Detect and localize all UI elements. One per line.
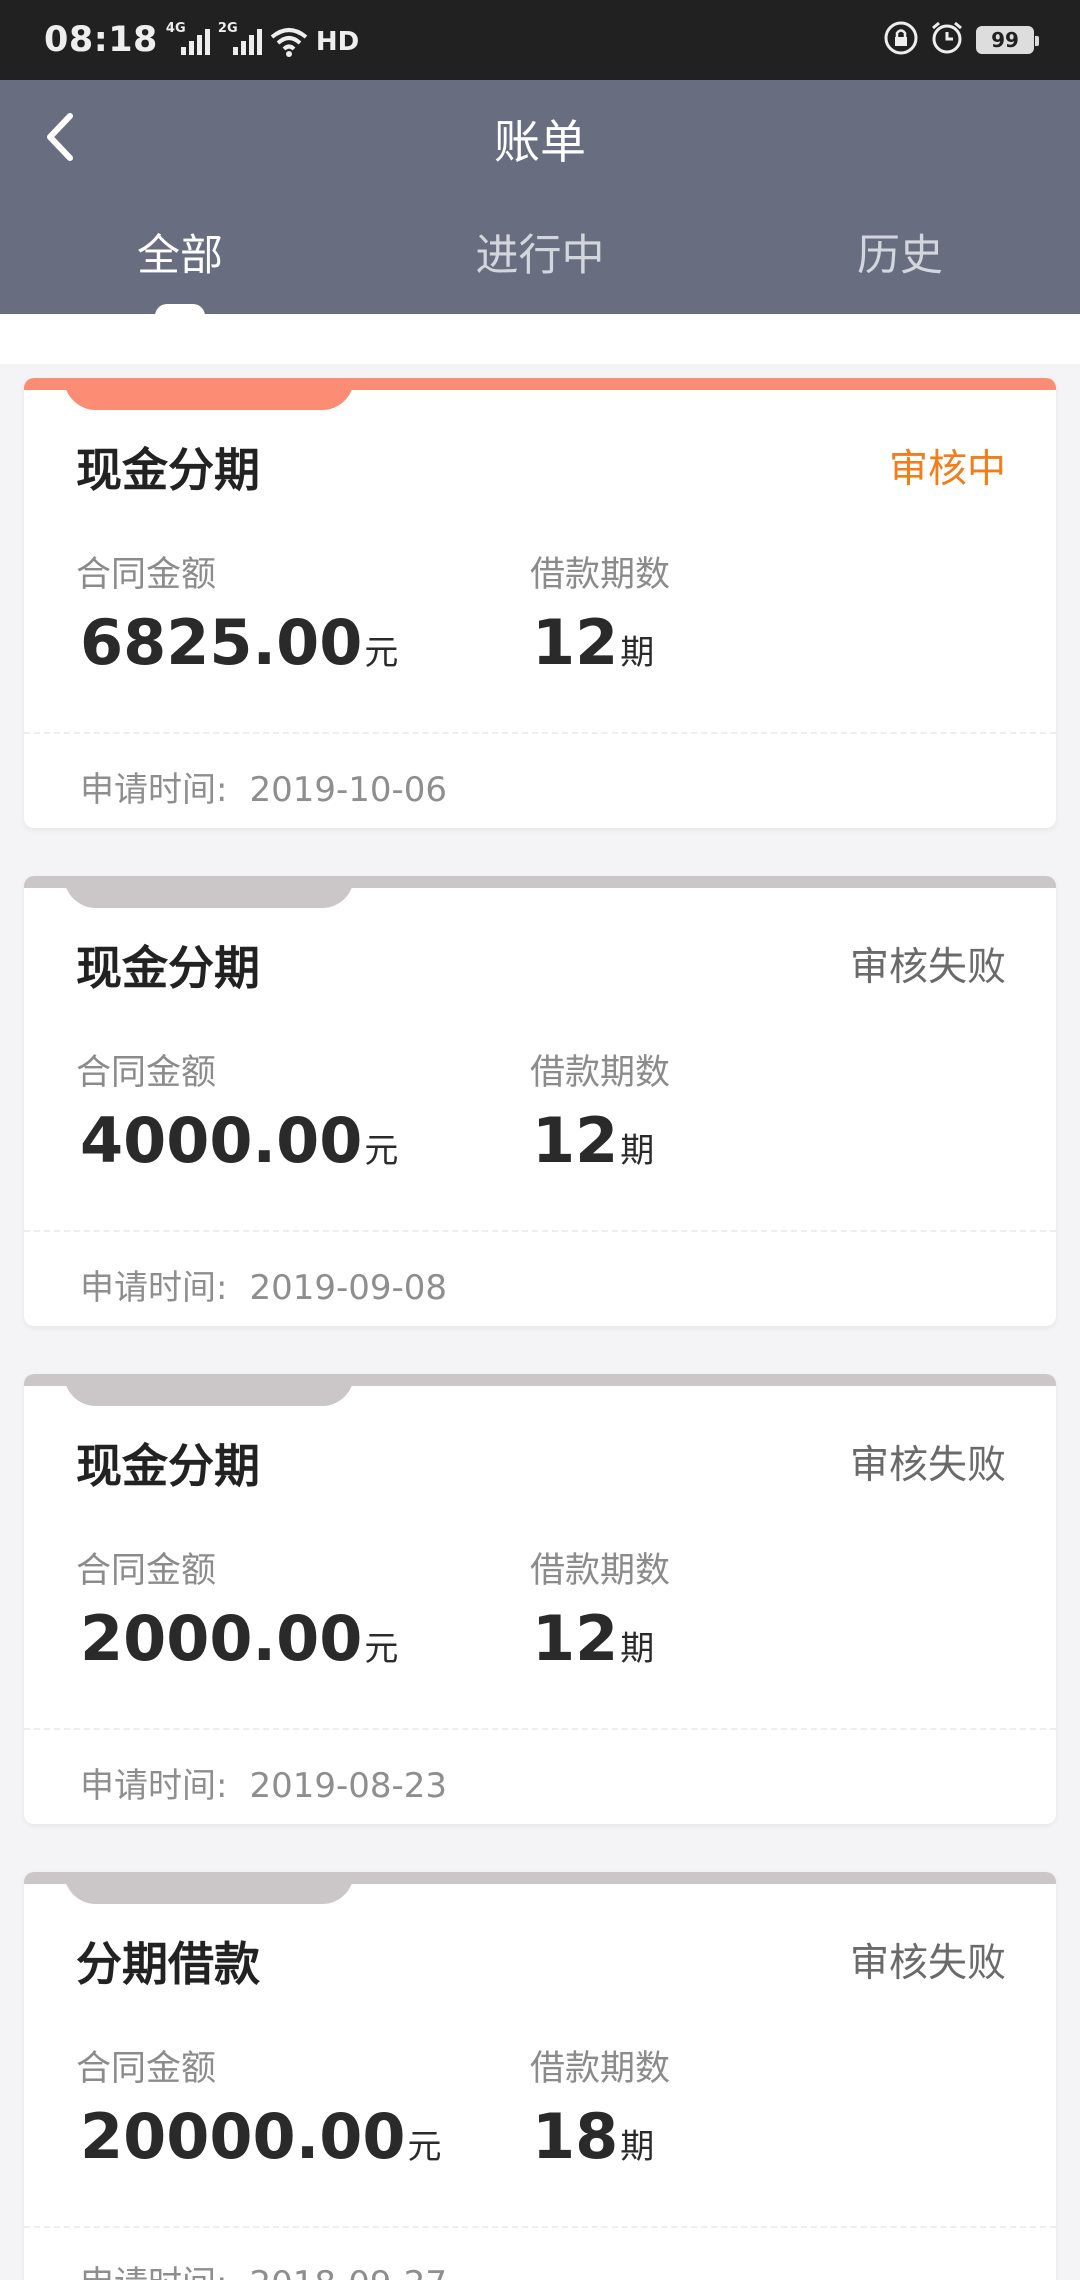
loan-periods: 18期 (532, 2100, 655, 2173)
tab-history[interactable]: 历史 (720, 220, 1080, 314)
header-spacer (0, 314, 1080, 364)
signal-4g-icon: 4G (166, 21, 210, 57)
loan-periods: 12期 (532, 1602, 655, 1675)
card-accent-tab (64, 378, 354, 410)
status-bar: 08:18 4G 2G HD 99 (0, 0, 1080, 80)
periods-label: 借款期数 (530, 555, 671, 595)
tab-bar: 全部 进行中 历史 (0, 220, 1080, 316)
apply-time: 申请时间:2018-09-27 (80, 2256, 447, 2280)
bill-title: 分期借款 (76, 1937, 260, 1991)
bill-card[interactable]: 现金分期 审核失败 合同金额 借款期数 2000.00元 12期 申请时间: 20… (24, 1374, 1056, 1824)
card-divider (24, 2226, 1056, 2228)
loan-periods: 12期 (532, 1104, 655, 1177)
apply-time: 申请时间: 2019-10-06 (80, 770, 448, 810)
bill-status: 审核失败 (849, 1443, 1006, 1488)
card-divider (24, 1728, 1056, 1730)
tab-all[interactable]: 全部 (0, 220, 360, 316)
contract-amount: 2000.00元 (80, 1602, 399, 1675)
contract-amount: 20000.00元 (80, 2100, 442, 2173)
alarm-icon (930, 21, 964, 59)
card-accent-tab (64, 876, 354, 908)
card-accent-tab (64, 1872, 354, 1904)
bill-card[interactable]: 分期借款 审核失败 合同金额 借款期数 20000.00元 18期 申请时间:2… (24, 1872, 1056, 2280)
amount-label: 合同金额 (76, 555, 217, 595)
hd-icon: HD (315, 27, 360, 57)
contract-amount: 6825.00元 (80, 606, 399, 679)
card-divider (24, 1230, 1056, 1232)
signal-2g-icon: 2G (218, 21, 262, 57)
bill-card[interactable]: 现金分期 审核失败 合同金额 借款期数 4000.00元 12期 申请时间: 20… (24, 876, 1056, 1326)
periods-label: 借款期数 (530, 1551, 671, 1591)
periods-label: 借款期数 (530, 1053, 671, 1093)
bill-status: 审核失败 (849, 1941, 1006, 1986)
bill-title: 现金分期 (76, 941, 260, 995)
card-accent-tab (64, 1374, 354, 1406)
bill-title: 现金分期 (76, 443, 260, 497)
periods-label: 借款期数 (530, 2049, 671, 2089)
apply-time: 申请时间: 2019-08-23 (80, 1766, 448, 1806)
status-time: 08:18 (44, 20, 158, 60)
bill-status: 审核中 (888, 447, 1006, 492)
tab-in-progress[interactable]: 进行中 (360, 220, 720, 314)
bill-card[interactable]: 现金分期 审核中 合同金额 借款期数 6825.00元 12期 申请时间: 201… (24, 378, 1056, 828)
page-title: 账单 (494, 115, 586, 169)
bill-status: 审核失败 (849, 945, 1006, 990)
apply-time: 申请时间: 2019-09-08 (80, 1268, 448, 1308)
card-divider (24, 732, 1056, 734)
amount-label: 合同金额 (76, 1053, 217, 1093)
amount-label: 合同金额 (76, 2049, 217, 2089)
app-header: 账单 全部 进行中 历史 (0, 80, 1080, 316)
contract-amount: 4000.00元 (80, 1104, 399, 1177)
bill-title: 现金分期 (76, 1439, 260, 1493)
lock-icon (884, 21, 918, 59)
battery-icon: 99 (976, 26, 1039, 54)
wifi-icon (270, 23, 308, 57)
loan-periods: 12期 (532, 606, 655, 679)
amount-label: 合同金额 (76, 1551, 217, 1591)
